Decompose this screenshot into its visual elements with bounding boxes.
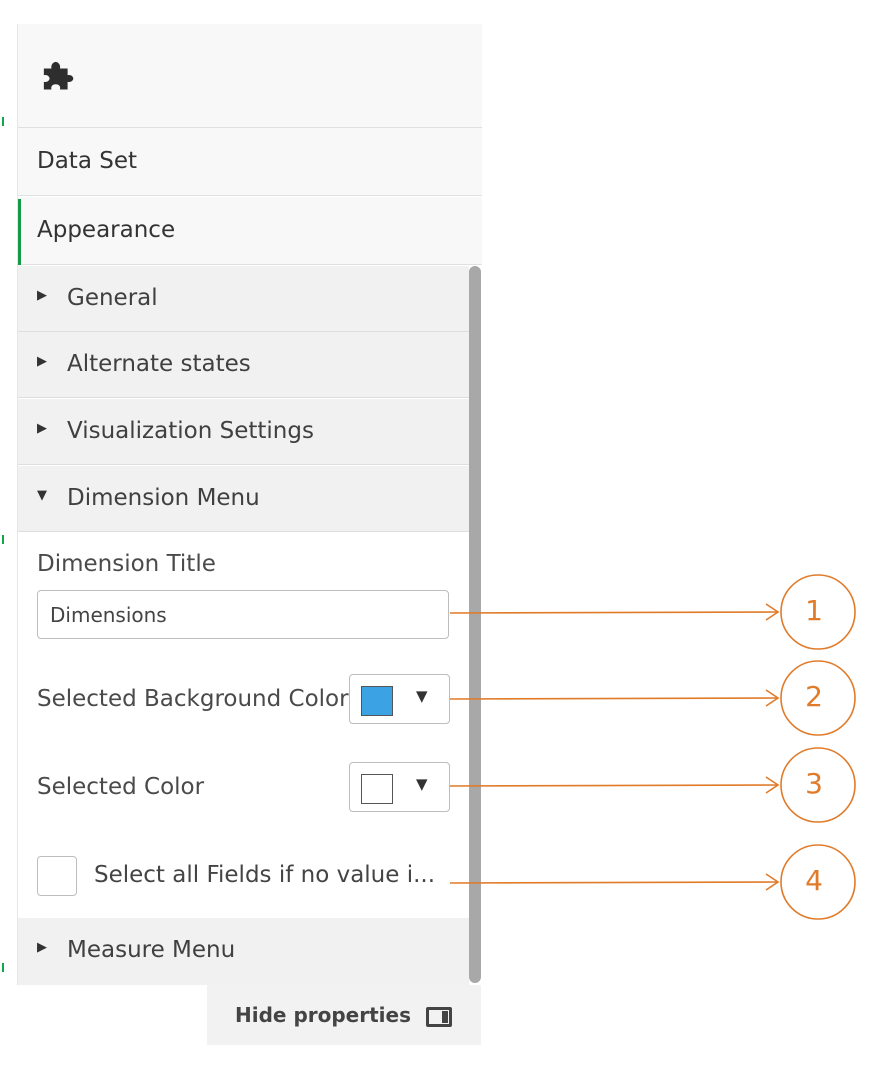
select-all-fields-checkbox[interactable]	[37, 856, 77, 896]
hide-properties-button[interactable]: Hide properties	[207, 985, 481, 1045]
puzzle-piece-icon	[43, 61, 74, 90]
section-dimension-menu-label: Dimension Menu	[67, 485, 260, 511]
selected-background-color-picker[interactable]: ▼	[349, 674, 450, 724]
edge-marker	[2, 117, 4, 126]
selected-color-picker[interactable]: ▼	[349, 762, 450, 812]
callout-number-3: 3	[805, 767, 823, 800]
section-visualization-settings[interactable]: ▶ Visualization Settings	[18, 399, 469, 465]
caret-right-icon: ▶	[37, 288, 47, 303]
section-measure-menu-label: Measure Menu	[67, 937, 236, 963]
section-dimension-menu[interactable]: ▼ Dimension Menu	[18, 466, 469, 532]
callout-number-2: 2	[805, 680, 823, 713]
section-visualization-settings-label: Visualization Settings	[67, 418, 314, 444]
callout-number-4: 4	[805, 864, 823, 897]
scrollbar-thumb[interactable]	[469, 266, 481, 983]
edge-marker	[2, 963, 4, 972]
hide-properties-label: Hide properties	[235, 1003, 411, 1027]
color-swatch	[361, 686, 393, 716]
caret-right-icon: ▶	[37, 940, 47, 955]
panel-header	[18, 24, 482, 128]
tab-data-set-label: Data Set	[37, 148, 137, 174]
dimension-title-input[interactable]	[37, 590, 449, 639]
select-all-fields-label[interactable]: Select all Fields if no value i...	[94, 862, 435, 888]
callout-line-1	[449, 611, 779, 614]
panel-toggle-icon	[426, 1007, 452, 1027]
caret-down-icon: ▼	[37, 488, 47, 503]
tab-appearance[interactable]: Appearance	[18, 197, 482, 265]
color-swatch	[361, 774, 393, 804]
tab-appearance-label: Appearance	[37, 217, 176, 243]
section-general-label: General	[67, 285, 158, 311]
selected-background-color-label: Selected Background Color	[37, 686, 349, 712]
caret-right-icon: ▶	[37, 354, 47, 369]
tab-data-set[interactable]: Data Set	[18, 128, 482, 196]
dropdown-arrow-icon: ▼	[416, 775, 428, 793]
dropdown-arrow-icon: ▼	[416, 687, 428, 705]
dimension-title-label: Dimension Title	[37, 551, 216, 577]
appearance-scroll-area: ▶ General ▶ Alternate states ▶ Visualiza…	[18, 266, 482, 985]
callout-line-2	[449, 697, 779, 700]
section-alternate-states-label: Alternate states	[67, 351, 251, 377]
section-measure-menu[interactable]: ▶ Measure Menu	[18, 918, 469, 985]
properties-panel: Data Set Appearance ▶ General ▶ Alternat…	[17, 24, 482, 985]
edge-marker	[2, 535, 4, 544]
section-general[interactable]: ▶ General	[18, 266, 469, 332]
selected-color-label: Selected Color	[37, 774, 205, 800]
callout-number-1: 1	[805, 594, 823, 627]
callout-line-4	[449, 881, 779, 884]
callout-line-3	[449, 784, 779, 787]
section-alternate-states[interactable]: ▶ Alternate states	[18, 332, 469, 398]
caret-right-icon: ▶	[37, 421, 47, 436]
scrollbar[interactable]	[469, 266, 481, 985]
